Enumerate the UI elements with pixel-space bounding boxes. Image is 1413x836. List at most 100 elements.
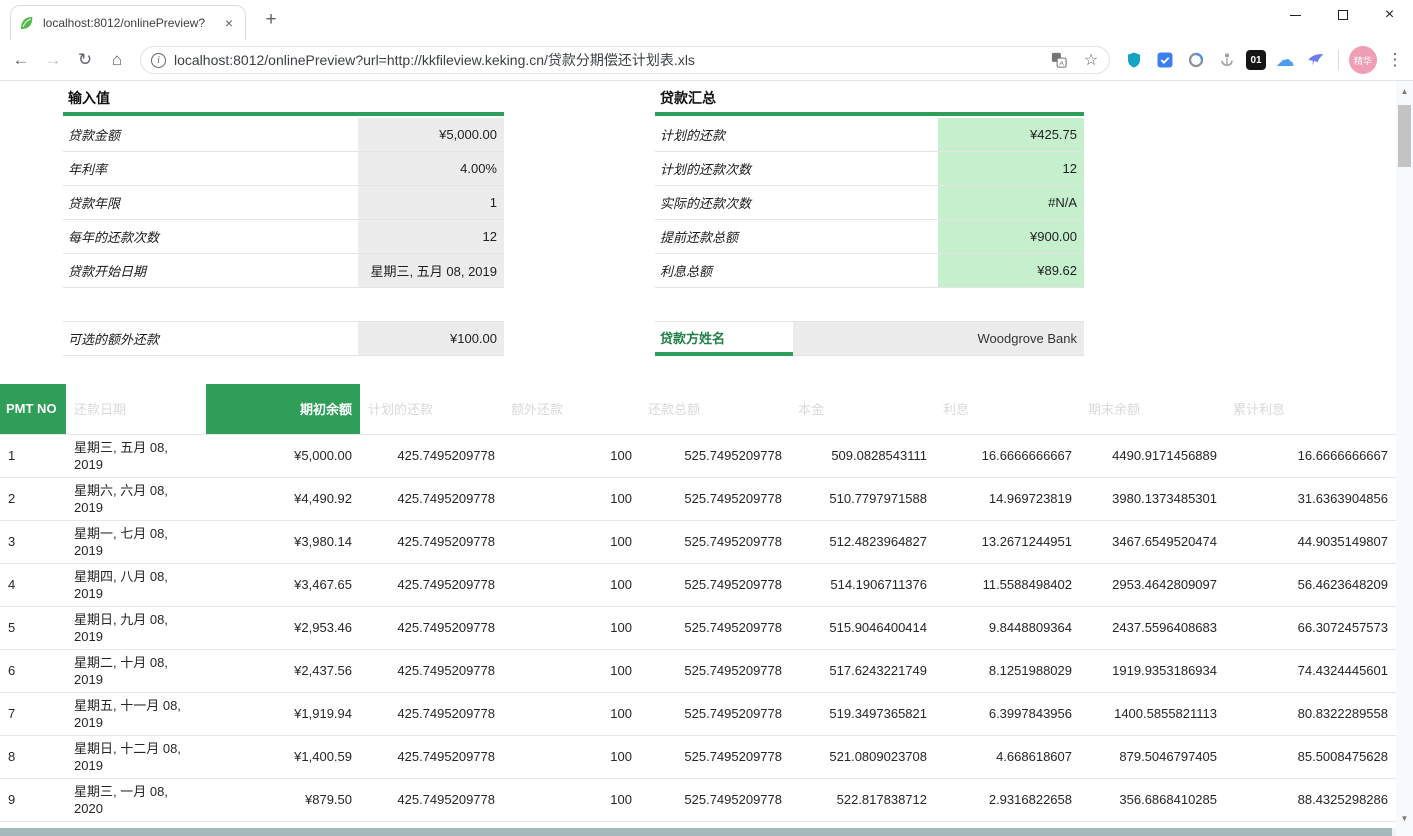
schedule-cell: 89.6214859654: [1225, 821, 1396, 828]
input-section-title: 输入值: [63, 85, 504, 116]
info-row-value: 4.00%: [358, 152, 504, 185]
schedule-cell: 13.2671244951: [935, 520, 1080, 563]
schedule-cell: 425.7495209778: [360, 735, 503, 778]
schedule-cell: ¥3,467.65: [206, 563, 360, 606]
schedule-cell: 2.9316822658: [935, 778, 1080, 821]
maximize-button[interactable]: [1319, 0, 1366, 30]
ring-extension-icon[interactable]: [1184, 48, 1208, 72]
schedule-cell: 2: [0, 477, 66, 520]
close-button[interactable]: ×: [1366, 0, 1413, 30]
schedule-cell: 425.7495209778: [360, 692, 503, 735]
schedule-cell: 80.8322289558: [1225, 692, 1396, 735]
schedule-cell: 5: [0, 606, 66, 649]
horizontal-scroll-thumb[interactable]: [0, 828, 1392, 836]
schedule-row: 7星期五, 十一月 08, 2019¥1,919.94425.749520977…: [0, 692, 1396, 735]
info-row-label: 计划的还款次数: [655, 152, 938, 185]
info-row-value: 1: [358, 186, 504, 219]
profile-avatar[interactable]: 精华: [1349, 46, 1377, 74]
bookmark-star-icon[interactable]: ☆: [1079, 50, 1103, 70]
schedule-cell: 星期日, 九月 08, 2019: [66, 606, 206, 649]
forward-button[interactable]: →: [38, 45, 68, 75]
schedule-cell: 1919.9353186934: [1080, 649, 1225, 692]
home-button[interactable]: ⌂: [102, 45, 132, 75]
info-row-value: #N/A: [938, 186, 1084, 219]
schedule-cell: 8: [0, 735, 66, 778]
info-row: 贷款年限1: [63, 186, 504, 220]
schedule-cell: 525.7495209778: [640, 520, 790, 563]
minimize-button[interactable]: [1272, 0, 1319, 30]
new-tab-button[interactable]: +: [258, 9, 284, 33]
toolbar-separator: [1338, 50, 1339, 70]
scroll-down-icon[interactable]: ▼: [1396, 810, 1413, 826]
schedule-cell: 100: [503, 778, 640, 821]
schedule-cell: 525.7495209778: [640, 778, 790, 821]
schedule-cell: 525.7495209778: [640, 563, 790, 606]
schedule-cell: 14.969723819: [935, 477, 1080, 520]
info-row: 贷款金额¥5,000.00: [63, 118, 504, 152]
schedule-row: 10星期六, 二月 08, 2020¥356.69425.74952097780…: [0, 821, 1396, 828]
schedule-cell: 512.4823964827: [790, 520, 935, 563]
schedule-cell: 525.7495209778: [640, 735, 790, 778]
info-row-label: 每年的还款次数: [63, 220, 358, 253]
schedule-cell: 星期一, 七月 08, 2019: [66, 520, 206, 563]
info-row: 实际的还款次数#N/A: [655, 186, 1084, 220]
schedule-cell: 425.7495209778: [360, 606, 503, 649]
schedule-cell: 525.7495209778: [640, 606, 790, 649]
loan-summary-section: 贷款汇总 计划的还款¥425.75计划的还款次数12实际的还款次数#N/A提前还…: [655, 85, 1084, 356]
schedule-cell: 星期二, 十月 08, 2019: [66, 649, 206, 692]
extensions-area: 01 ☁: [1118, 48, 1332, 72]
column-header: 期末余额: [1080, 384, 1225, 434]
browser-toolbar: ← → ↻ ⌂ i localhost:8012/onlinePreview?u…: [0, 40, 1413, 81]
schedule-cell: 356.6868410285: [640, 821, 790, 828]
translate-icon[interactable]: A: [1047, 51, 1071, 69]
amortization-table: PMT NO还款日期期初余额计划的还款额外还款还款总额本金利息期末余额累计利息 …: [0, 384, 1396, 828]
info-row-value: ¥100.00: [358, 322, 504, 355]
browser-menu-icon[interactable]: ⋮: [1383, 50, 1407, 70]
scrollbar-corner: [1396, 828, 1413, 836]
info-row-value: ¥425.75: [938, 118, 1084, 151]
schedule-cell: ¥1,400.59: [206, 735, 360, 778]
column-header: 还款总额: [640, 384, 790, 434]
schedule-cell: 88.4325298286: [1225, 778, 1396, 821]
numbered-extension-badge[interactable]: 01: [1246, 50, 1266, 70]
blank-row: [63, 288, 504, 321]
page-info-icon[interactable]: i: [151, 53, 166, 68]
vertical-scroll-thumb[interactable]: [1398, 105, 1411, 167]
schedule-cell: ¥356.69: [206, 821, 360, 828]
scroll-up-icon[interactable]: ▲: [1396, 83, 1413, 99]
address-bar[interactable]: i localhost:8012/onlinePreview?url=http:…: [140, 46, 1110, 74]
info-row-label: 利息总额: [655, 254, 938, 287]
schedule-cell: 星期三, 五月 08, 2019: [66, 434, 206, 477]
reload-button[interactable]: ↻: [70, 45, 100, 75]
schedule-cell: 355.4978848918: [790, 821, 935, 828]
schedule-cell: 0: [1080, 821, 1225, 828]
vertical-scrollbar[interactable]: ▲ ▼: [1396, 81, 1413, 828]
schedule-row: 5星期日, 九月 08, 2019¥2,953.46425.7495209778…: [0, 606, 1396, 649]
info-row: 利息总额¥89.62: [655, 254, 1084, 288]
cloud-extension-icon[interactable]: ☁: [1273, 48, 1297, 72]
browser-tab[interactable]: localhost:8012/onlinePreview? ×: [10, 5, 246, 40]
schedule-cell: 356.6868410285: [1080, 778, 1225, 821]
schedule-row: 1星期三, 五月 08, 2019¥5,000.00425.7495209778…: [0, 434, 1396, 477]
schedule-cell: 10: [0, 821, 66, 828]
schedule-cell: 9.8448809364: [935, 606, 1080, 649]
tab-close-icon[interactable]: ×: [221, 15, 237, 31]
schedule-cell: 16.6666666667: [1225, 434, 1396, 477]
info-row-label: 贷款开始日期: [63, 254, 358, 287]
column-header: 还款日期: [66, 384, 206, 434]
schedule-row: 4星期四, 八月 08, 2019¥3,467.65425.7495209778…: [0, 563, 1396, 606]
table-body: 1星期三, 五月 08, 2019¥5,000.00425.7495209778…: [0, 434, 1396, 828]
schedule-cell: 100: [503, 520, 640, 563]
shield-extension-icon[interactable]: [1122, 48, 1146, 72]
schedule-cell: 56.4623648209: [1225, 563, 1396, 606]
schedule-cell: 6.3997843956: [935, 692, 1080, 735]
input-rows: 贷款金额¥5,000.00年利率4.00%贷款年限1每年的还款次数12贷款开始日…: [63, 118, 504, 288]
schedule-cell: ¥5,000.00: [206, 434, 360, 477]
schedule-cell: 525.7495209778: [640, 434, 790, 477]
check-square-extension-icon[interactable]: [1153, 48, 1177, 72]
anchor-extension-icon[interactable]: [1215, 48, 1239, 72]
bird-extension-icon[interactable]: [1304, 48, 1328, 72]
schedule-cell: 3467.6549520474: [1080, 520, 1225, 563]
back-button[interactable]: ←: [6, 45, 36, 75]
horizontal-scrollbar[interactable]: [0, 828, 1396, 836]
